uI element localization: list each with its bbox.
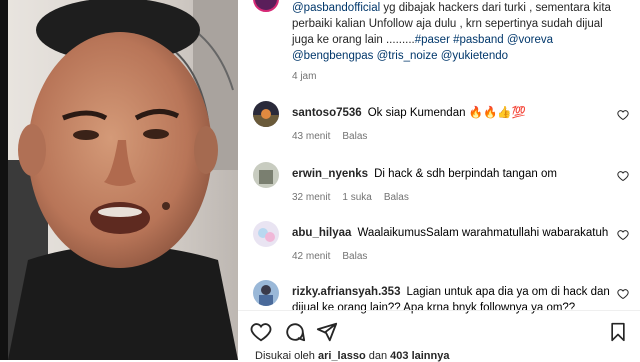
reply-button[interactable]: Balas: [342, 251, 367, 262]
like-heart-icon[interactable]: [617, 170, 629, 182]
hashtag-pasband[interactable]: #pasband: [453, 34, 504, 46]
mention-bengbengpas[interactable]: @bengbengpas: [292, 50, 373, 62]
caption-text-1: yg dibajak hackers dari turki , sementar…: [380, 2, 611, 14]
commenter-avatar[interactable]: [253, 162, 279, 188]
mention-yukietendo[interactable]: @yukietendo: [441, 50, 508, 62]
comment-username[interactable]: santoso7536: [292, 107, 362, 119]
reply-button[interactable]: Balas: [342, 131, 367, 142]
share-icon[interactable]: [316, 321, 338, 343]
commenter-avatar[interactable]: [253, 221, 279, 247]
comment-text: WaalaikumusSalam warahmatullahi wabaraka…: [357, 227, 609, 239]
comment-icon[interactable]: [284, 321, 306, 343]
mention-pasbandofficial[interactable]: @pasbandofficial: [292, 2, 380, 14]
like-heart-icon[interactable]: [617, 288, 629, 300]
comment-likes[interactable]: 1 suka: [342, 192, 371, 203]
comment-username[interactable]: abu_hilyaa: [292, 227, 351, 239]
comment-text: Ok siap Kumendan 🔥🔥👍💯: [367, 107, 526, 119]
heart-icon[interactable]: [250, 321, 272, 343]
comment-text: Di hack & sdh berpindah tangan om: [374, 168, 557, 180]
commenter-avatar[interactable]: [253, 280, 279, 306]
like-heart-icon[interactable]: [617, 229, 629, 241]
hashtag-paser[interactable]: #paser: [415, 34, 450, 46]
post-time: 4 jam: [292, 71, 317, 82]
liked-by-middle: dan: [365, 350, 391, 362]
comment-time: 32 menit: [292, 192, 331, 203]
reply-button[interactable]: Balas: [384, 192, 409, 203]
liked-by-count[interactable]: 403 lainnya: [390, 350, 449, 362]
video-frame: [8, 0, 238, 360]
liked-by-user[interactable]: ari_lasso: [318, 350, 366, 362]
comment-time: 43 menit: [292, 131, 331, 142]
mention-voreva[interactable]: @voreva: [507, 34, 553, 46]
liked-by-summary: Disukai oleh ari_lasso dan 403 lainnya: [255, 350, 449, 362]
post-caption: @pasbandofficial yg dibajak hackers dari…: [292, 0, 614, 64]
caption-text-2: perbaiki kalian Unfollow aja dulu , krn …: [292, 18, 603, 30]
liked-by-prefix: Disukai oleh: [255, 350, 318, 362]
comment-time: 42 menit: [292, 251, 331, 262]
video-player[interactable]: [8, 0, 238, 360]
window-edge: [0, 0, 8, 360]
like-heart-icon[interactable]: [617, 109, 629, 121]
bookmark-icon[interactable]: [608, 321, 628, 343]
comment-username[interactable]: rizky.afriansyah.353: [292, 286, 400, 298]
caption-text-3: juga ke orang lain .........: [292, 34, 415, 46]
mention-tris-noize[interactable]: @tris_noize: [377, 50, 438, 62]
comment-username[interactable]: erwin_nyenks: [292, 168, 368, 180]
commenter-avatar[interactable]: [253, 101, 279, 127]
